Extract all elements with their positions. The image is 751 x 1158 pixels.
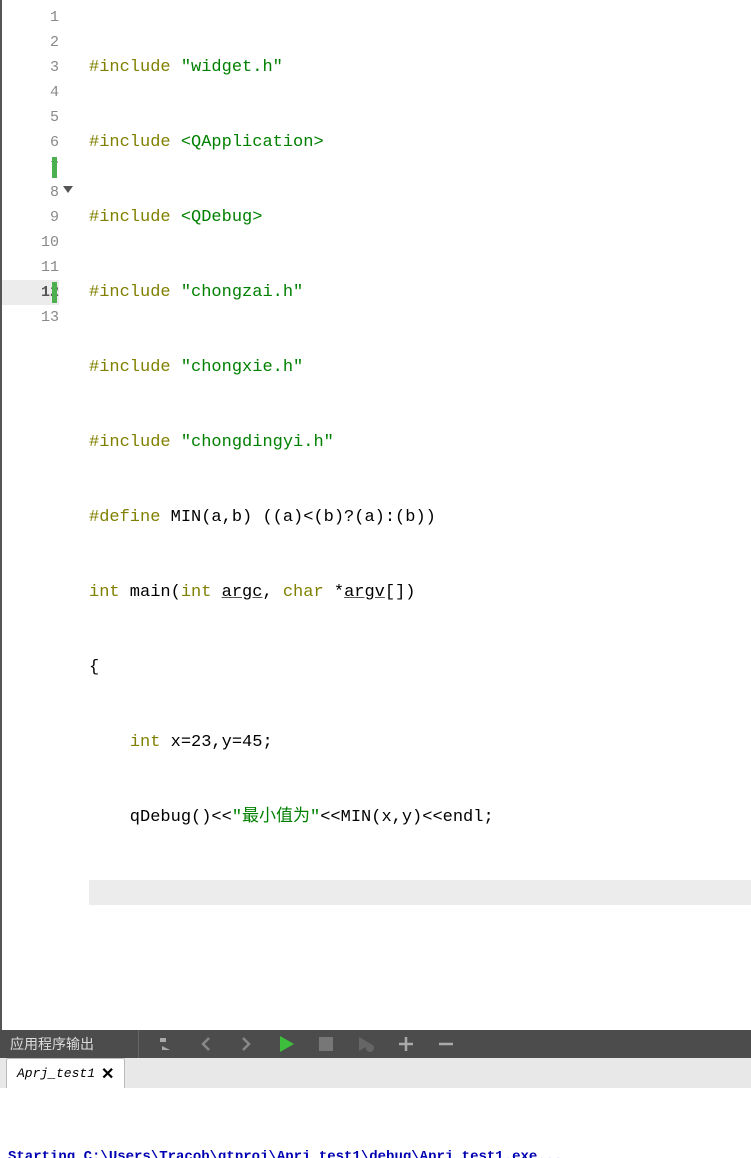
line-number: 7 — [2, 155, 59, 180]
line-number: 5 — [2, 105, 59, 130]
code-line[interactable]: { — [89, 655, 751, 680]
line-gutter: 1 2 3 4 5 6 7 8 9 10 11 12 13 — [2, 0, 77, 1030]
fold-icon[interactable] — [63, 186, 73, 193]
toolbar-title: 应用程序输出 — [10, 1034, 94, 1054]
plus-icon[interactable] — [393, 1031, 419, 1057]
line-number: 2 — [2, 30, 59, 55]
line-number: 8 — [2, 180, 59, 205]
code-line[interactable] — [89, 955, 751, 980]
code-line[interactable]: int x=23,y=45; — [89, 730, 751, 755]
line-number: 13 — [2, 305, 59, 330]
back-icon[interactable] — [193, 1031, 219, 1057]
code-line[interactable]: #include "widget.h" — [89, 55, 751, 80]
tab-label: Aprj_test1 — [17, 1066, 95, 1081]
output-tab[interactable]: Aprj_test1 ✕ — [6, 1058, 125, 1088]
close-icon[interactable]: ✕ — [101, 1064, 114, 1084]
code-editor[interactable]: 1 2 3 4 5 6 7 8 9 10 11 12 13 #include "… — [0, 0, 751, 1030]
line-number: 10 — [2, 230, 59, 255]
line-number-current: 12 — [2, 280, 59, 305]
code-line[interactable]: #include "chongxie.h" — [89, 355, 751, 380]
attach-icon[interactable] — [353, 1031, 379, 1057]
change-marker — [52, 282, 57, 303]
code-line[interactable]: int main(int argc, char *argv[]) — [89, 580, 751, 605]
code-line[interactable]: qDebug()<<"最小值为"<<MIN(x,y)<<endl; — [89, 805, 751, 830]
line-number: 6 — [2, 130, 59, 155]
output-panel[interactable]: Starting C:\Users\Tracob\qtproj\Aprj_tes… — [0, 1088, 751, 1158]
output-line: Starting C:\Users\Tracob\qtproj\Aprj_tes… — [8, 1146, 743, 1158]
code-area[interactable]: #include "widget.h" #include <QApplicati… — [77, 0, 751, 1030]
minus-icon[interactable] — [433, 1031, 459, 1057]
code-line[interactable]: #define MIN(a,b) ((a)<(b)?(a):(b)) — [89, 505, 751, 530]
line-number: 11 — [2, 255, 59, 280]
forward-icon[interactable] — [233, 1031, 259, 1057]
run-icon[interactable] — [273, 1031, 299, 1057]
code-line[interactable]: #include "chongdingyi.h" — [89, 430, 751, 455]
stop-icon[interactable] — [313, 1031, 339, 1057]
code-line[interactable]: #include "chongzai.h" — [89, 280, 751, 305]
line-number: 3 — [2, 55, 59, 80]
format-icon[interactable] — [153, 1031, 179, 1057]
code-line-current[interactable] — [89, 880, 751, 905]
line-number: 1 — [2, 5, 59, 30]
toolbar-separator — [138, 1030, 139, 1058]
change-marker — [52, 157, 57, 178]
output-toolbar: 应用程序输出 — [0, 1030, 751, 1058]
code-line[interactable]: #include <QDebug> — [89, 205, 751, 230]
line-number: 9 — [2, 205, 59, 230]
code-line[interactable]: #include <QApplication> — [89, 130, 751, 155]
output-tabs: Aprj_test1 ✕ — [0, 1058, 751, 1088]
line-number: 4 — [2, 80, 59, 105]
